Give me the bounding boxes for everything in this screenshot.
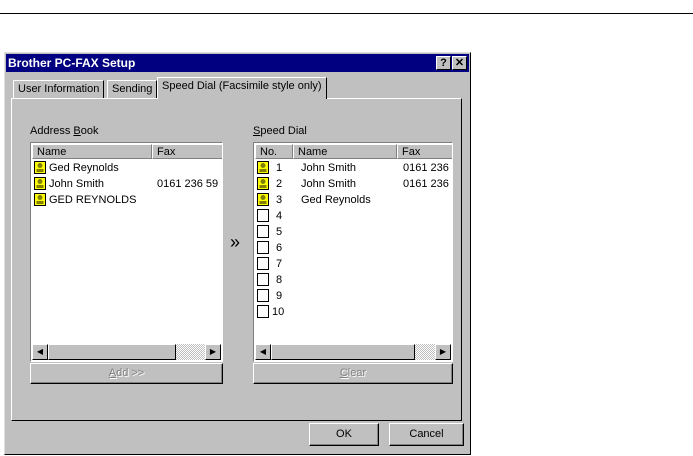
address-card-icon xyxy=(257,177,269,190)
speed-dial-hscrollbar[interactable]: ◀ ▶ xyxy=(255,344,451,360)
address-card-icon xyxy=(257,161,269,174)
page-rule xyxy=(0,13,693,14)
empty-slot-icon xyxy=(257,225,269,238)
window-title: Brother PC-FAX Setup xyxy=(8,56,136,70)
pcfax-setup-dialog: Brother PC-FAX Setup ? ✕ User Informatio… xyxy=(4,52,471,455)
column-header-no[interactable]: No. xyxy=(255,144,293,159)
scroll-left-icon[interactable]: ◀ xyxy=(32,344,48,360)
address-card-icon xyxy=(257,193,269,206)
empty-slot-icon xyxy=(257,241,269,254)
speed-dial-panel: Address Book Name Fax Ged Reynolds John … xyxy=(11,98,462,421)
address-book-label: Address Book xyxy=(30,125,99,137)
scroll-right-icon[interactable]: ▶ xyxy=(205,344,221,360)
add-button[interactable]: Add >> xyxy=(30,363,223,384)
address-card-icon xyxy=(34,177,46,190)
address-book-hscrollbar[interactable]: ◀ ▶ xyxy=(32,344,221,360)
empty-slot-icon xyxy=(257,289,269,302)
cancel-button[interactable]: Cancel xyxy=(389,423,464,446)
column-header-name[interactable]: Name xyxy=(293,144,397,159)
empty-slot-icon xyxy=(257,273,269,286)
speed-dial-list[interactable]: No. Name Fax 1 John Smith 0161 236 2 Joh… xyxy=(253,142,453,362)
scroll-thumb[interactable] xyxy=(271,344,415,360)
transfer-arrow-icon: » xyxy=(230,232,241,252)
ok-button[interactable]: OK xyxy=(309,423,379,446)
address-book-list[interactable]: Name Fax Ged Reynolds John Smith 0161 23… xyxy=(30,142,223,362)
scroll-left-icon[interactable]: ◀ xyxy=(255,344,271,360)
tab-speed-dial[interactable]: Speed Dial (Facsimile style only) xyxy=(157,77,327,99)
title-bar: Brother PC-FAX Setup ? ✕ xyxy=(6,54,469,72)
column-header-name[interactable]: Name xyxy=(32,144,152,159)
address-card-icon xyxy=(34,193,46,206)
tab-user-information[interactable]: User Information xyxy=(13,80,105,99)
empty-slot-icon xyxy=(257,257,269,270)
close-button[interactable]: ✕ xyxy=(452,56,467,70)
column-header-fax[interactable]: Fax xyxy=(152,144,222,159)
help-button[interactable]: ? xyxy=(436,56,451,70)
scroll-right-icon[interactable]: ▶ xyxy=(435,344,451,360)
tab-sending[interactable]: Sending xyxy=(107,80,158,99)
clear-button[interactable]: Clear xyxy=(253,363,453,384)
empty-slot-icon xyxy=(257,305,269,318)
column-header-fax[interactable]: Fax xyxy=(397,144,452,159)
speed-dial-label: Speed Dial xyxy=(253,125,307,137)
empty-slot-icon xyxy=(257,209,269,222)
address-card-icon xyxy=(34,161,46,174)
scroll-thumb[interactable] xyxy=(48,344,176,360)
